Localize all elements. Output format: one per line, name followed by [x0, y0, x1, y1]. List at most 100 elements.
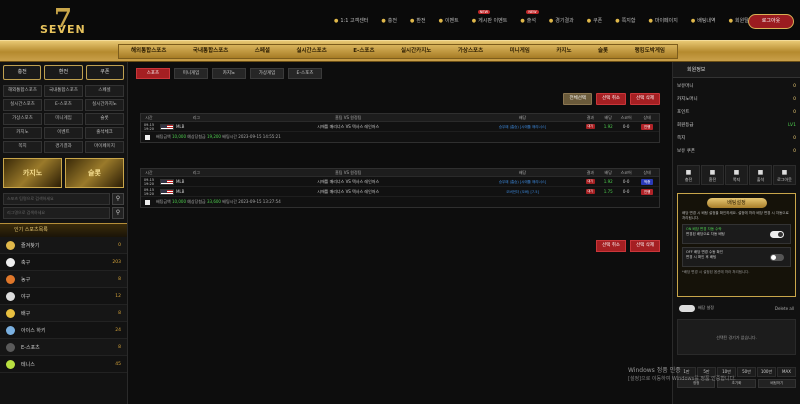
result-pill: 대기 — [585, 124, 596, 129]
main-nav-item[interactable]: 스페셜 — [255, 45, 270, 58]
bet-history-panel: 스포츠 미니게임 카지노 가상게임 E-스포츠 전체선택 선택 취소 선택 삭제 시간 리그 홈… — [136, 64, 666, 404]
top-nav-item[interactable]: ● 게시판 이벤트 NEW — [472, 10, 507, 24]
left-menu-item[interactable]: 스페셜 — [85, 85, 124, 97]
main-nav-item[interactable]: 미니게임 — [510, 45, 530, 58]
team-search-input[interactable]: 스포츠 팀명으로 검색하세요 — [3, 193, 110, 205]
sport-count: 8 — [118, 344, 121, 350]
promo-banner[interactable]: 슬롯 — [65, 158, 124, 188]
tab-4[interactable]: E-스포츠 — [288, 68, 322, 79]
top-nav-item[interactable]: ● 충전 — [381, 17, 397, 24]
tab-2[interactable]: 카지노 — [212, 68, 246, 79]
sport-list-item[interactable]: E-스포츠 8 — [0, 339, 127, 356]
quick-icon-button[interactable]: 출석 — [749, 165, 772, 185]
amount-pad-button[interactable]: MAX — [777, 367, 796, 377]
sport-list-item[interactable]: 즐겨찾기 0 — [0, 237, 127, 254]
top-nav-item[interactable]: ● 경기결과 — [549, 17, 574, 24]
main-nav-item[interactable]: 해외통합스포츠 — [131, 45, 166, 58]
left-top-button[interactable]: 환전 — [44, 65, 83, 80]
top-nav-label: 쿠폰 — [593, 18, 603, 24]
main-nav-item[interactable]: 실시간카지노 — [401, 45, 431, 58]
amount-value: 10,000 — [172, 199, 187, 204]
top-nav-item[interactable]: ● 쿠폰 — [587, 17, 603, 24]
sport-list-item[interactable]: 아이스 하키 24 — [0, 322, 127, 339]
sport-list-item[interactable]: 야구 12 — [0, 288, 127, 305]
action-button[interactable]: 선택 취소 — [596, 93, 626, 105]
left-menu-item[interactable]: 미니게임 — [44, 113, 83, 125]
manual-confirm-toggle[interactable] — [770, 254, 784, 261]
quick-icon-button[interactable]: 환전 — [701, 165, 724, 185]
left-menu-item[interactable]: 가상스포츠 — [3, 113, 42, 125]
action-button[interactable]: 전체선택 — [563, 93, 592, 105]
select-checkbox[interactable] — [145, 199, 150, 205]
amount-pad-button[interactable]: 100만 — [757, 367, 776, 377]
sport-list-item[interactable]: 테니스 45 — [0, 356, 127, 373]
quick-icon-button[interactable]: 충전 — [677, 165, 700, 185]
top-nav-item[interactable]: ● 이벤트 — [439, 17, 459, 24]
main-nav-item[interactable]: 국내통합스포츠 — [193, 45, 228, 58]
sport-list-item[interactable]: 배구 8 — [0, 305, 127, 322]
league-search-input[interactable]: 리그명으로 검색하세요 — [3, 207, 110, 219]
tab-3[interactable]: 가상게임 — [250, 68, 284, 79]
tab-0[interactable]: 스포츠 — [136, 68, 170, 79]
logout-button[interactable]: 로그아웃 — [748, 14, 794, 29]
left-menu-item[interactable]: 실시간카지노 — [85, 99, 124, 111]
tab-1[interactable]: 미니게임 — [174, 68, 208, 79]
auto-accept-toggle[interactable] — [770, 231, 784, 238]
amount-pad-button[interactable]: 50만 — [737, 367, 756, 377]
main-nav-item[interactable]: E-스포츠 — [353, 45, 374, 58]
left-menu-item[interactable]: 쪽지 — [3, 141, 42, 153]
bet-row: 09-15 19:20 MLB 시애틀 매리너스 VS 텍사스 레인저스 승무패 (홈… — [141, 177, 659, 187]
search-icon[interactable]: ⚲ — [112, 193, 124, 205]
bet-pick: 오버언더 (오버) [7.5] — [506, 189, 539, 194]
main-nav-item[interactable]: 실시간스포츠 — [296, 45, 326, 58]
bottom-action-button[interactable]: 선택 취소 — [596, 240, 626, 252]
main-nav-item[interactable]: 카지노 — [556, 45, 571, 58]
header-odd: 배당 — [604, 170, 612, 175]
left-menu-item[interactable]: 이벤트 — [44, 127, 83, 139]
new-badge: NEW — [477, 10, 491, 14]
top-nav-item[interactable]: ● 마이페이지 — [648, 17, 677, 24]
left-menu-item[interactable]: 국내통합스포츠 — [44, 85, 83, 97]
left-menu-item[interactable]: 출석체크 — [85, 127, 124, 139]
bet-row: 09-15 19:20 MLB 시애틀 매리너스 VS 텍사스 레인저스 오버언더 (… — [141, 187, 659, 197]
top-nav-item[interactable]: ● 쪽지함 — [615, 17, 635, 24]
top-nav-item[interactable]: ● 환전 — [410, 17, 426, 24]
sport-icon — [6, 257, 15, 267]
top-nav-label: 경기결과 — [555, 18, 574, 24]
slip-action-button[interactable]: 배팅하기 — [757, 379, 796, 388]
left-menu-item[interactable]: E-스포츠 — [44, 99, 83, 111]
left-menu-item[interactable]: 경기결과 — [44, 141, 83, 153]
main-nav-item[interactable]: 슬롯 — [598, 45, 608, 58]
bet-pick: 승무패 (홈승) [시애틀 매리너스] — [498, 124, 547, 129]
quick-icon-button[interactable]: 쪽지 — [725, 165, 748, 185]
top-nav-item[interactable]: ● 배팅내역 — [691, 17, 716, 24]
select-checkbox[interactable] — [145, 134, 150, 140]
header-status: 상태 — [643, 170, 651, 175]
top-nav-label: 배팅내역 — [697, 18, 716, 24]
bet-result: 대기 — [581, 124, 599, 129]
main-nav-item[interactable]: 랭킹도박게임 — [635, 45, 665, 58]
sport-list-item[interactable]: 농구 8 — [0, 271, 127, 288]
promo-banner[interactable]: 카지노 — [3, 158, 62, 188]
main-nav-item[interactable]: 가상스포츠 — [458, 45, 483, 58]
left-menu-item[interactable]: 실시간스포츠 — [3, 99, 42, 111]
top-nav-label: 충전 — [387, 18, 397, 24]
slip-toggle[interactable] — [679, 304, 695, 312]
bottom-action-button[interactable]: 선택 삭제 — [630, 240, 660, 252]
action-button[interactable]: 선택 삭제 — [630, 93, 660, 105]
delete-all-link[interactable]: Delete all — [775, 306, 794, 311]
left-top-button[interactable]: 쿠폰 — [85, 65, 124, 80]
top-nav-item[interactable]: ● 1:1 고객센터 — [334, 17, 368, 24]
left-top-button[interactable]: 충전 — [3, 65, 42, 80]
left-menu-item[interactable]: 슬롯 — [85, 113, 124, 125]
top-nav-item[interactable]: ● 출석 NEW — [520, 10, 539, 24]
quick-icon-button[interactable]: 로그아웃 — [773, 165, 796, 185]
site-logo[interactable]: 7 SEVEN — [40, 4, 90, 36]
left-menu-item[interactable]: 해외통합스포츠 — [3, 85, 42, 97]
search-icon[interactable]: ⚲ — [112, 207, 124, 219]
manual-confirm-option[interactable]: OFF 배당 변경 수동 확인 변경 시 확인 후 배팅 — [682, 247, 791, 267]
sport-list-item[interactable]: 축구 203 — [0, 254, 127, 271]
left-menu-item[interactable]: 마이페이지 — [85, 141, 124, 153]
left-menu-item[interactable]: 카지노 — [3, 127, 42, 139]
auto-accept-option[interactable]: ON 배당 변경 자동 수락 변경된 배당으로 자동 배팅 — [682, 224, 791, 244]
